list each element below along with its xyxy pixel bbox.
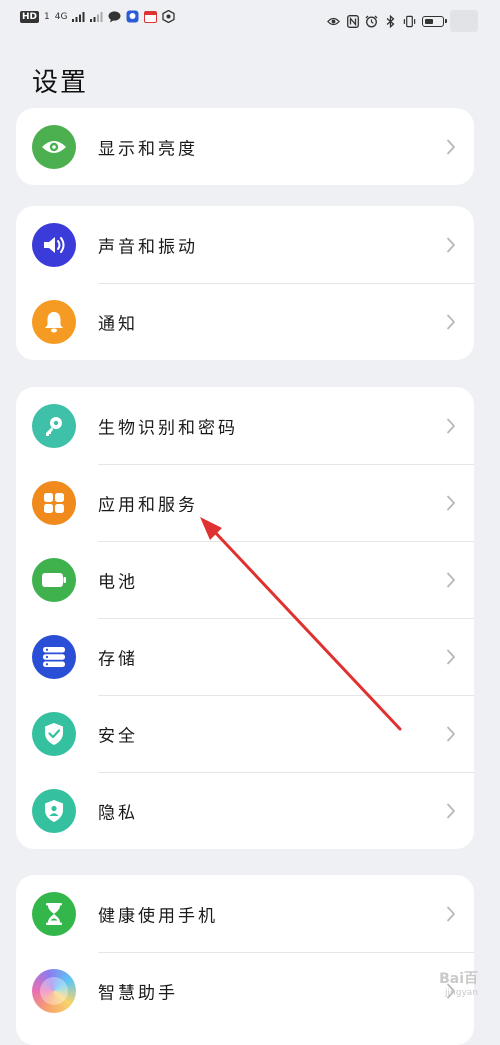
chevron-right-icon	[447, 803, 455, 818]
settings-item-storage[interactable]: 存储	[16, 618, 474, 695]
apps-grid-icon	[32, 480, 76, 525]
settings-item-battery[interactable]: 电池	[16, 541, 474, 618]
settings-item-label: 安全	[98, 726, 138, 746]
settings-item-privacy[interactable]: 隐私	[16, 772, 474, 849]
chevron-right-icon	[447, 418, 455, 433]
settings-item-label: 隐私	[98, 803, 138, 823]
eye-comfort-icon	[327, 15, 340, 28]
settings-group-sound-notify: 声音和振动 通知	[16, 206, 474, 360]
settings-item-display-brightness[interactable]: 显示和亮度	[16, 108, 474, 185]
chat-bubble-icon	[108, 10, 121, 23]
nfc-icon	[346, 14, 359, 28]
speaker-icon	[32, 222, 76, 267]
settings-item-label: 生物识别和密码	[98, 418, 238, 438]
signal-alt-icon	[90, 10, 103, 23]
chevron-right-icon	[447, 726, 455, 741]
settings-item-label: 应用和服务	[98, 495, 198, 515]
privacy-shield-icon	[32, 788, 76, 833]
settings-item-label: 显示和亮度	[98, 139, 198, 159]
settings-item-smart-assistant[interactable]: 智慧助手	[16, 952, 474, 1029]
settings-item-label: 智慧助手	[98, 983, 178, 1003]
settings-item-label: 通知	[98, 314, 138, 334]
chevron-right-icon	[447, 314, 455, 329]
chevron-right-icon	[447, 649, 455, 664]
settings-group-display: 显示和亮度	[16, 108, 474, 185]
settings-group-system: 生物识别和密码 应用和服务 电池 存储 安全 隐私	[16, 387, 474, 849]
hourglass-icon	[32, 891, 76, 936]
chevron-right-icon	[447, 572, 455, 587]
settings-item-notifications[interactable]: 通知	[16, 283, 474, 360]
watermark-text: Bai百	[439, 971, 478, 987]
status-bar-left: HD 1 4G	[20, 10, 176, 23]
calendar-icon	[144, 10, 158, 23]
settings-item-biometrics-password[interactable]: 生物识别和密码	[16, 387, 474, 464]
settings-item-label: 声音和振动	[98, 237, 198, 257]
settings-item-label: 电池	[98, 572, 138, 592]
status-bar-right	[327, 10, 478, 32]
assistant-orb-icon	[32, 968, 76, 1013]
bluetooth-icon	[384, 14, 397, 28]
settings-item-label: 健康使用手机	[98, 906, 218, 926]
settings-item-security[interactable]: 安全	[16, 695, 474, 772]
watermark-subtext: jingyan	[445, 988, 478, 998]
settings-item-apps-services[interactable]: 应用和服务	[16, 464, 474, 541]
battery-icon	[32, 557, 76, 602]
location-icon	[162, 10, 176, 23]
key-icon	[32, 403, 76, 448]
alarm-icon	[365, 15, 378, 28]
chevron-right-icon	[447, 906, 455, 921]
status-bar: HD 1 4G	[0, 0, 500, 38]
sim-number: 1	[44, 11, 50, 22]
bell-icon	[32, 299, 76, 344]
network-type: 4G	[54, 11, 68, 22]
settings-item-label: 存储	[98, 649, 138, 669]
watermark: Bai百 jingyan	[439, 968, 478, 998]
app-notification-icon	[126, 10, 139, 23]
chevron-right-icon	[447, 139, 455, 154]
status-time-area	[450, 10, 478, 32]
settings-item-sound-vibration[interactable]: 声音和振动	[16, 206, 474, 283]
settings-item-digital-balance[interactable]: 健康使用手机	[16, 875, 474, 952]
chevron-right-icon	[447, 495, 455, 510]
shield-check-icon	[32, 711, 76, 756]
chevron-right-icon	[447, 237, 455, 252]
battery-icon	[422, 15, 447, 27]
vibrate-icon	[403, 15, 416, 28]
eye-icon	[32, 124, 76, 169]
hd-badge: HD	[20, 10, 40, 23]
storage-icon	[32, 634, 76, 679]
signal-icon	[72, 10, 85, 23]
page-title: 设置	[32, 68, 89, 98]
